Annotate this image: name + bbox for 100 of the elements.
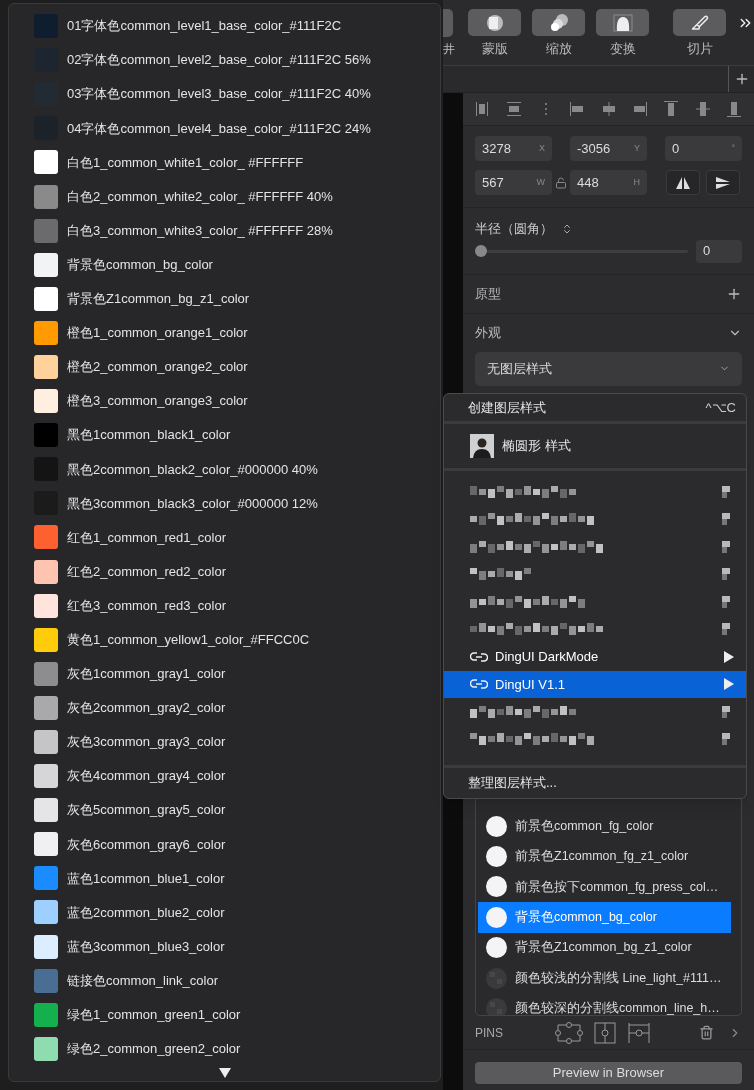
color-list-item[interactable]: 灰色4common_gray4_color	[9, 759, 440, 794]
toolbar-button[interactable]	[673, 9, 726, 36]
color-list-item[interactable]: 01字体色common_level1_base_color_#111F2C	[9, 9, 440, 44]
align-icon[interactable]	[475, 100, 491, 118]
color-name: 蓝色2common_blue2_color	[67, 903, 225, 922]
number-field[interactable]: 567 W	[475, 170, 552, 195]
color-list-item[interactable]: 白色2_common_white2_color_ #FFFFFF 40%	[9, 179, 440, 214]
style-name: 前景色Z1common_fg_z1_color	[515, 848, 689, 866]
color-name: 橙色1_common_orange1_color	[67, 324, 248, 343]
style-list-item[interactable]: 前景色Z1common_fg_z1_color	[478, 841, 731, 872]
toolbar-button[interactable]	[596, 9, 649, 36]
color-list-item[interactable]: 03字体色common_level3_base_color_#111F2C 40%	[9, 77, 440, 112]
submenu-arrow-icon	[724, 650, 734, 663]
color-list-item[interactable]: 黑色1common_black1_color	[9, 418, 440, 453]
color-name: 红色1_common_red1_color	[67, 528, 226, 547]
color-name: 蓝色3common_blue3_color	[67, 937, 225, 956]
align-icon[interactable]	[569, 100, 586, 118]
color-list-item[interactable]: 白色1_common_white1_color_ #FFFFFF	[9, 145, 440, 180]
color-name: 黑色1common_black1_color	[67, 426, 231, 445]
color-list-item[interactable]: 橙色2_common_orange2_color	[9, 349, 440, 385]
color-name: 绿色2_common_green2_color	[67, 1040, 241, 1059]
menu-item[interactable]: 整理图层样式...	[444, 768, 746, 798]
color-list-item[interactable]: 蓝色1common_blue1_color	[9, 861, 440, 896]
color-name: 背景色common_bg_color	[67, 255, 213, 274]
scroll-down-icon[interactable]	[218, 1067, 231, 1078]
unlock-icon[interactable]	[555, 176, 567, 189]
style-name: 颜色较浅的分割线 Line_light_#111…	[515, 969, 722, 987]
preview-button[interactable]: Preview in Browser	[475, 1061, 742, 1084]
style-list-item[interactable]: 前景色按下common_fg_press_col…	[478, 871, 731, 903]
toolbar-button[interactable]	[532, 9, 585, 36]
style-list-item[interactable]: 背景色common_bg_color	[478, 902, 731, 933]
flip-vertical-button[interactable]	[706, 170, 740, 195]
color-list-item[interactable]: 绿色1_common_green1_color	[9, 997, 440, 1032]
color-list-item[interactable]: 蓝色3common_blue3_color	[9, 929, 440, 964]
align-icon[interactable]	[600, 100, 617, 118]
style-list-item[interactable]: 背景色Z1common_bg_z1_color	[478, 932, 731, 963]
color-list-item[interactable]: 灰色1common_gray1_color	[9, 656, 440, 691]
color-list-item[interactable]: 黑色2common_black2_color_#000000 40%	[9, 452, 440, 487]
number-field[interactable]: 3278 X	[475, 136, 552, 161]
color-list-item[interactable]: 绿色2_common_green2_color	[9, 1031, 440, 1066]
color-name: 黑色2common_black2_color_#000000 40%	[67, 460, 318, 479]
color-list-item[interactable]: 白色3_common_white3_color_ #FFFFFF 28%	[9, 213, 440, 248]
color-name: 白色1_common_white1_color_ #FFFFFF	[67, 153, 304, 172]
flip-vertical-icon	[716, 176, 730, 189]
color-list-item[interactable]: 红色3_common_red3_color	[9, 588, 440, 623]
color-list-item[interactable]: 红色1_common_red1_color	[9, 520, 440, 555]
flip-horizontal-button[interactable]	[666, 170, 700, 195]
color-list-item[interactable]: 蓝色2common_blue2_color	[9, 895, 440, 930]
menu-item[interactable]: DingUI DarkMode	[444, 643, 746, 671]
trash-icon[interactable]	[699, 1025, 714, 1040]
color-name: 灰色1common_gray1_color	[67, 665, 226, 684]
color-list-item[interactable]: 背景色common_bg_color	[9, 247, 440, 282]
color-list-item[interactable]: 04字体色common_level4_base_color_#111F2C 24%	[9, 111, 440, 146]
color-list-item[interactable]: 灰色3common_gray3_color	[9, 724, 440, 760]
color-name: 02字体色common_level2_base_color_#111F2C 56%	[67, 51, 371, 70]
style-name: 背景色Z1common_bg_z1_color	[515, 939, 692, 957]
toolbar-button[interactable]	[468, 9, 521, 36]
pin-layout-icon[interactable]	[593, 1021, 617, 1044]
slider-thumb[interactable]	[475, 245, 487, 257]
style-list-item[interactable]: 颜色较浅的分割线 Line_light_#111…	[478, 962, 731, 994]
color-list-item[interactable]: 红色2_common_red2_color	[9, 554, 440, 589]
stepper-icon[interactable]	[561, 222, 573, 235]
color-name: 红色2_common_red2_color	[67, 562, 226, 581]
menu-item[interactable]: 创建图层样式 ^⌥C	[444, 394, 746, 424]
pin-layout-icon[interactable]	[555, 1021, 583, 1044]
color-list-item[interactable]: 橙色1_common_orange1_color	[9, 315, 440, 350]
color-name: 黑色3common_black3_color_#000000 12%	[67, 494, 318, 513]
align-icon[interactable]	[663, 100, 680, 118]
style-list-item[interactable]: 颜色较深的分割线common_line_h…	[478, 993, 731, 1015]
align-icon[interactable]	[631, 100, 648, 118]
color-name: 橙色2_common_orange2_color	[67, 358, 248, 377]
submenu-arrow-icon	[724, 678, 734, 691]
number-field[interactable]: -3056 Y	[570, 136, 647, 161]
toolbar-label: 变换	[609, 42, 636, 55]
color-list-item[interactable]: 橙色3_common_orange3_color	[9, 384, 440, 419]
color-list-item[interactable]: 灰色5common_gray5_color	[9, 793, 440, 828]
radius-field[interactable]: 0	[696, 239, 742, 263]
menu-item[interactable]: 椭圆形 样式	[502, 436, 571, 456]
color-name: 03字体色common_level3_base_color_#111F2C 40%	[67, 85, 371, 104]
color-list-item[interactable]: 02字体色common_level2_base_color_#111F2C 56%	[9, 43, 440, 78]
style-list-item[interactable]: 前景色common_fg_color	[478, 811, 731, 842]
number-field[interactable]: 0 °	[665, 136, 742, 161]
align-icon[interactable]	[506, 100, 523, 118]
color-name: 01字体色common_level1_base_color_#111F2C	[67, 17, 342, 36]
layer-style-dropdown[interactable]: 无图层样式	[475, 351, 742, 386]
color-list-item[interactable]: 背景色Z1common_bg_z1_color	[9, 281, 440, 316]
color-list-item[interactable]: 链接色common_link_color	[9, 963, 440, 998]
radius-slider[interactable]	[475, 244, 688, 258]
pin-layout-icon[interactable]	[627, 1021, 651, 1044]
align-icon[interactable]	[726, 100, 742, 118]
number-field[interactable]: 448 H	[570, 170, 647, 195]
menu-item[interactable]: DingUI V1.1	[444, 670, 746, 698]
toolbar-label: 井	[443, 43, 455, 55]
align-icon[interactable]	[694, 100, 711, 118]
color-list-item[interactable]: 灰色6common_gray6_color	[9, 827, 440, 862]
color-list-item[interactable]: 灰色2common_gray2_color	[9, 690, 440, 725]
submenu-arrow-icon	[722, 513, 730, 526]
color-list-item[interactable]: 黄色1_common_yellow1_color_#FFCC0C	[9, 622, 440, 657]
color-list-item[interactable]: 黑色3common_black3_color_#000000 12%	[9, 486, 440, 521]
color-name: 白色3_common_white3_color_ #FFFFFF 28%	[67, 221, 333, 240]
